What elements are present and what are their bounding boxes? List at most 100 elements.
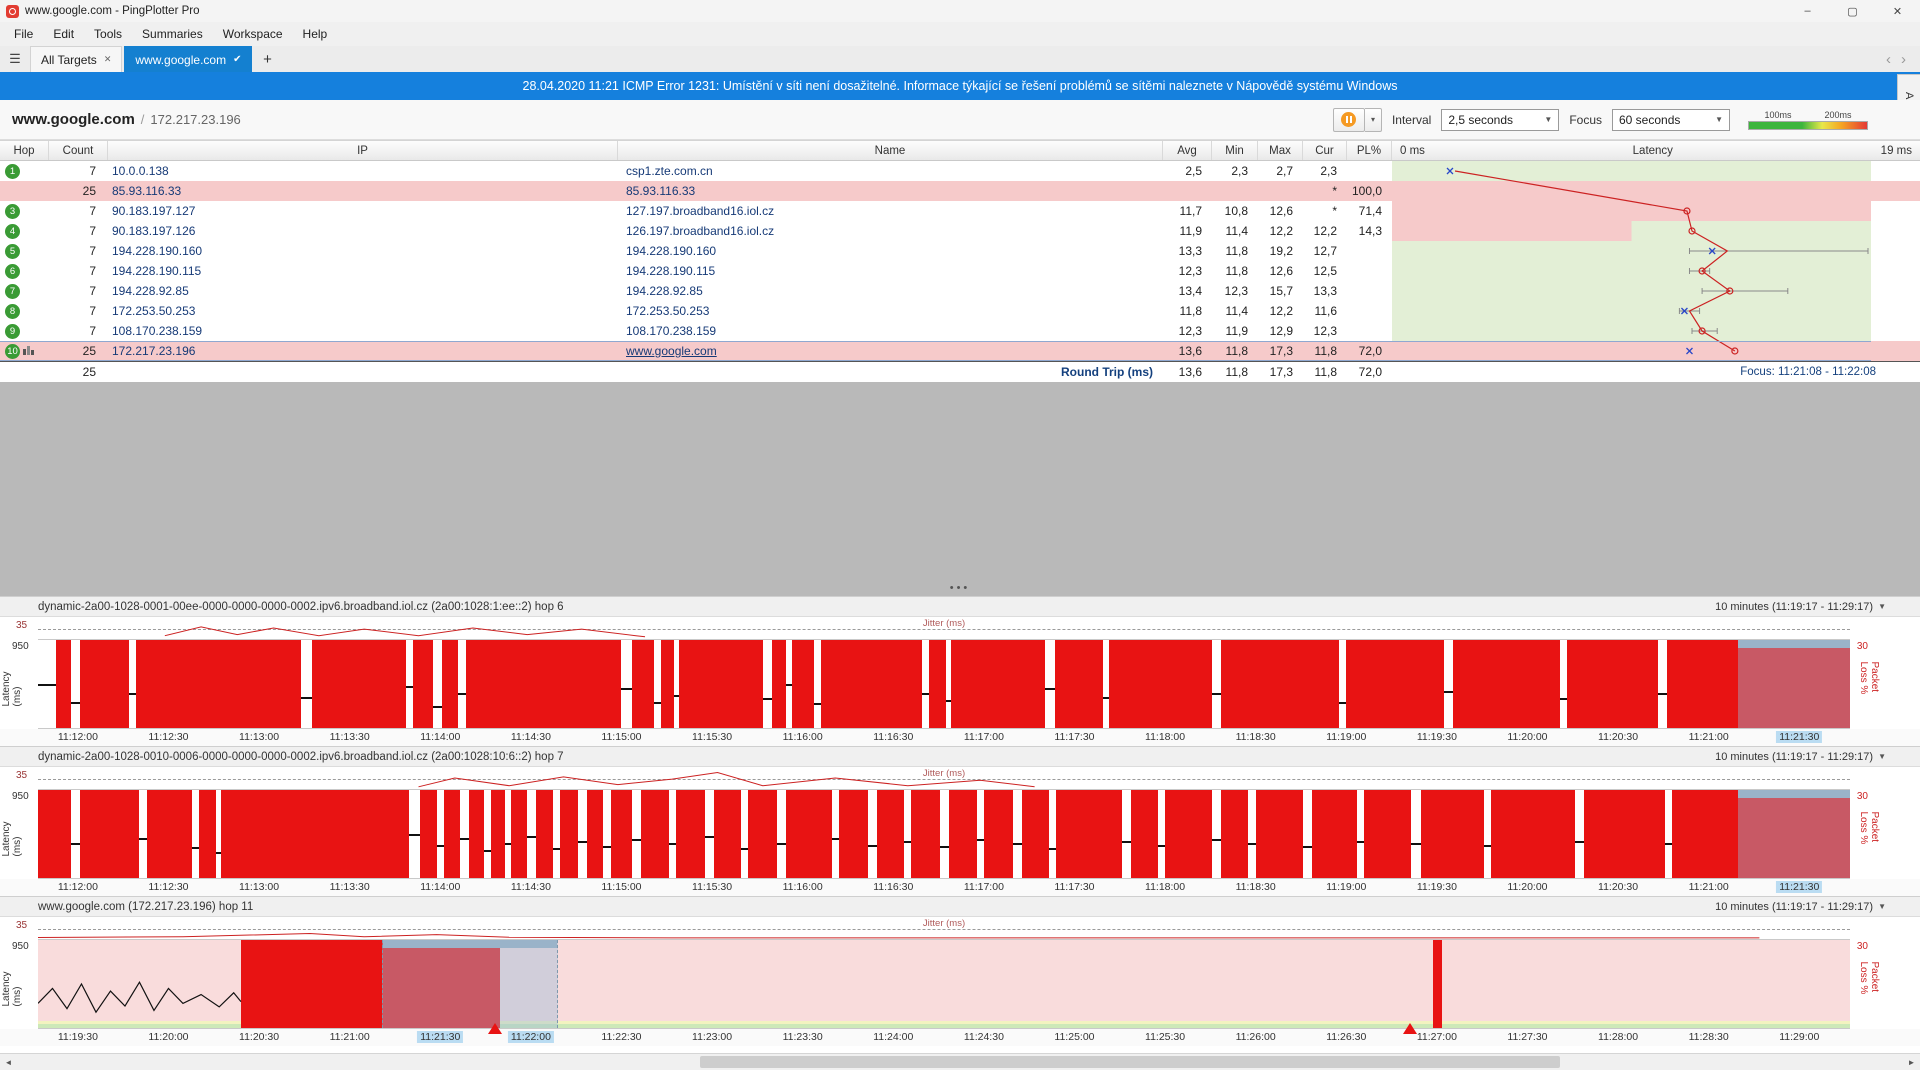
name-cell: 85.93.116.33 xyxy=(618,181,1163,201)
minimize-button[interactable]: – xyxy=(1785,0,1830,22)
focus-select[interactable]: 60 seconds ▼ xyxy=(1612,109,1730,131)
latency-gap xyxy=(814,640,821,728)
cur-cell: 2,3 xyxy=(1303,161,1347,181)
header-max[interactable]: Max xyxy=(1258,141,1303,160)
latency-gap xyxy=(1560,640,1567,728)
tab-scroll-left-icon[interactable]: ‹ xyxy=(1886,51,1891,68)
focus-range-label: Focus: 11:21:08 - 11:22:08 xyxy=(1392,362,1920,382)
latency-axis-max: 950 xyxy=(12,941,29,952)
pause-button[interactable] xyxy=(1333,108,1365,132)
timeline-range-dropdown[interactable]: 10 minutes (11:19:17 - 11:29:17) ▼ xyxy=(1715,751,1886,763)
axis-time-label: 11:21:00 xyxy=(327,1031,373,1043)
menu-item-edit[interactable]: Edit xyxy=(43,22,84,46)
packet-loss-cell xyxy=(1347,241,1392,261)
focus-overlay-cap xyxy=(1738,640,1850,648)
header-pl[interactable]: PL% xyxy=(1347,141,1392,160)
footer-count: 25 xyxy=(49,362,108,382)
axis-time-label: 11:22:30 xyxy=(598,1031,644,1043)
latency-tick xyxy=(654,702,661,704)
horizontal-scrollbar[interactable]: ◄ ► xyxy=(0,1053,1920,1070)
packet-loss-cell: 100,0 xyxy=(1347,181,1392,201)
hamburger-icon[interactable]: ☰ xyxy=(0,46,30,72)
avg-cell: 11,8 xyxy=(1163,301,1212,321)
header-hop[interactable]: Hop xyxy=(0,141,49,160)
tab-www-google-com[interactable]: www.google.com ✔ xyxy=(124,46,252,72)
target-ip: 172.217.23.196 xyxy=(150,112,240,127)
focus-overlay[interactable] xyxy=(1738,790,1850,878)
tab-scroll-right-icon[interactable]: › xyxy=(1901,51,1906,68)
loss-axis-title: Packet Loss % xyxy=(1858,662,1880,707)
interval-select[interactable]: 2,5 seconds ▼ xyxy=(1441,109,1559,131)
latency-loss-chart[interactable]: 950 Latency (ms) 30 Packet Loss % xyxy=(0,789,1920,879)
header-min[interactable]: Min xyxy=(1212,141,1258,160)
latency-tick xyxy=(505,843,510,845)
latency-gap xyxy=(1122,790,1131,878)
scroll-right-icon[interactable]: ► xyxy=(1903,1054,1920,1070)
add-target-button[interactable]: + xyxy=(254,47,280,72)
interval-label: Interval xyxy=(1392,113,1431,127)
tab-all-targets[interactable]: All Targets ✕ xyxy=(30,46,122,72)
focus-overlay[interactable] xyxy=(382,940,558,1028)
cur-cell: 11,8 xyxy=(1303,341,1347,361)
focus-overlay[interactable] xyxy=(1738,640,1850,728)
menu-item-workspace[interactable]: Workspace xyxy=(213,22,293,46)
latency-gap xyxy=(484,790,491,878)
count-cell: 7 xyxy=(49,261,108,281)
latency-gap xyxy=(1158,790,1165,878)
close-icon[interactable]: ✕ xyxy=(104,54,112,65)
hop-number-badge: 4 xyxy=(5,224,20,239)
latency-gap xyxy=(505,790,510,878)
axis-time-label: 11:16:00 xyxy=(780,731,826,743)
hop-cell xyxy=(0,181,49,201)
timeline-range-dropdown[interactable]: 10 minutes (11:19:17 - 11:29:17) ▼ xyxy=(1715,901,1886,913)
legend-gradient-bar xyxy=(1748,121,1868,130)
time-axis: 11:19:3011:20:0011:20:3011:21:0011:21:30… xyxy=(0,1029,1920,1046)
footer-pl: 72,0 xyxy=(1347,362,1392,382)
timeline-panel-hop6: dynamic-2a00-1028-0001-00ee-0000-0000-00… xyxy=(0,596,1920,746)
hop-number-badge: 3 xyxy=(5,204,20,219)
timeline-range-label: 10 minutes (11:19:17 - 11:29:17) xyxy=(1715,601,1873,613)
scrollbar-thumb[interactable] xyxy=(700,1056,1560,1068)
latency-tick xyxy=(1103,697,1108,699)
ip-cell: 172.253.50.253 xyxy=(108,301,618,321)
latency-tick xyxy=(192,847,199,849)
header-name[interactable]: Name xyxy=(618,141,1163,160)
avg-cell: 11,9 xyxy=(1163,221,1212,241)
chevron-down-icon: ▼ xyxy=(1878,602,1886,611)
latency-tick xyxy=(621,688,632,690)
menu-item-help[interactable]: Help xyxy=(293,22,338,46)
avg-cell: 13,3 xyxy=(1163,241,1212,261)
pause-dropdown-button[interactable]: ▾ xyxy=(1365,108,1382,132)
close-button[interactable]: ✕ xyxy=(1875,0,1920,22)
ip-cell: 85.93.116.33 xyxy=(108,181,618,201)
axis-time-label: 11:26:30 xyxy=(1323,1031,1369,1043)
target-hostname: www.google.com xyxy=(12,111,135,128)
name-cell: 172.253.50.253 xyxy=(618,301,1163,321)
timeline-panel-target: www.google.com (172.217.23.196) hop 11 1… xyxy=(0,896,1920,1046)
header-ip[interactable]: IP xyxy=(108,141,618,160)
packet-loss-cell: 72,0 xyxy=(1347,341,1392,361)
header-avg[interactable]: Avg xyxy=(1163,141,1212,160)
menu-item-file[interactable]: File xyxy=(4,22,43,46)
header-count[interactable]: Count xyxy=(49,141,108,160)
max-cell xyxy=(1258,181,1303,201)
latency-loss-chart[interactable]: 950 Latency (ms) 30 Packet Loss % xyxy=(0,639,1920,729)
menu-item-tools[interactable]: Tools xyxy=(84,22,132,46)
menu-item-summaries[interactable]: Summaries xyxy=(132,22,213,46)
icmp-error-banner[interactable]: 28.04.2020 11:21 ICMP Error 1231: Umístě… xyxy=(0,72,1920,100)
splitter-handle[interactable]: ••• xyxy=(0,582,1920,594)
packet-loss-cell xyxy=(1347,161,1392,181)
latency-gap xyxy=(1212,790,1221,878)
maximize-button[interactable]: ▢ xyxy=(1830,0,1875,22)
round-trip-row: 25 Round Trip (ms) 13,6 11,8 17,3 11,8 7… xyxy=(0,361,1920,382)
jitter-axis-max: 35 xyxy=(16,770,27,781)
timeline-range-dropdown[interactable]: 10 minutes (11:19:17 - 11:29:17) ▼ xyxy=(1715,601,1886,613)
header-cur[interactable]: Cur xyxy=(1303,141,1347,160)
packet-loss-cell: 71,4 xyxy=(1347,201,1392,221)
scroll-left-icon[interactable]: ◄ xyxy=(0,1054,17,1070)
latency-gap xyxy=(1339,640,1346,728)
hop-cell: 4 xyxy=(0,221,49,241)
menu-bar: FileEditToolsSummariesWorkspaceHelp xyxy=(0,22,1920,46)
latency-tick xyxy=(674,695,679,697)
latency-loss-chart[interactable]: 950 Latency (ms) 30 Packet Loss % xyxy=(0,939,1920,1029)
